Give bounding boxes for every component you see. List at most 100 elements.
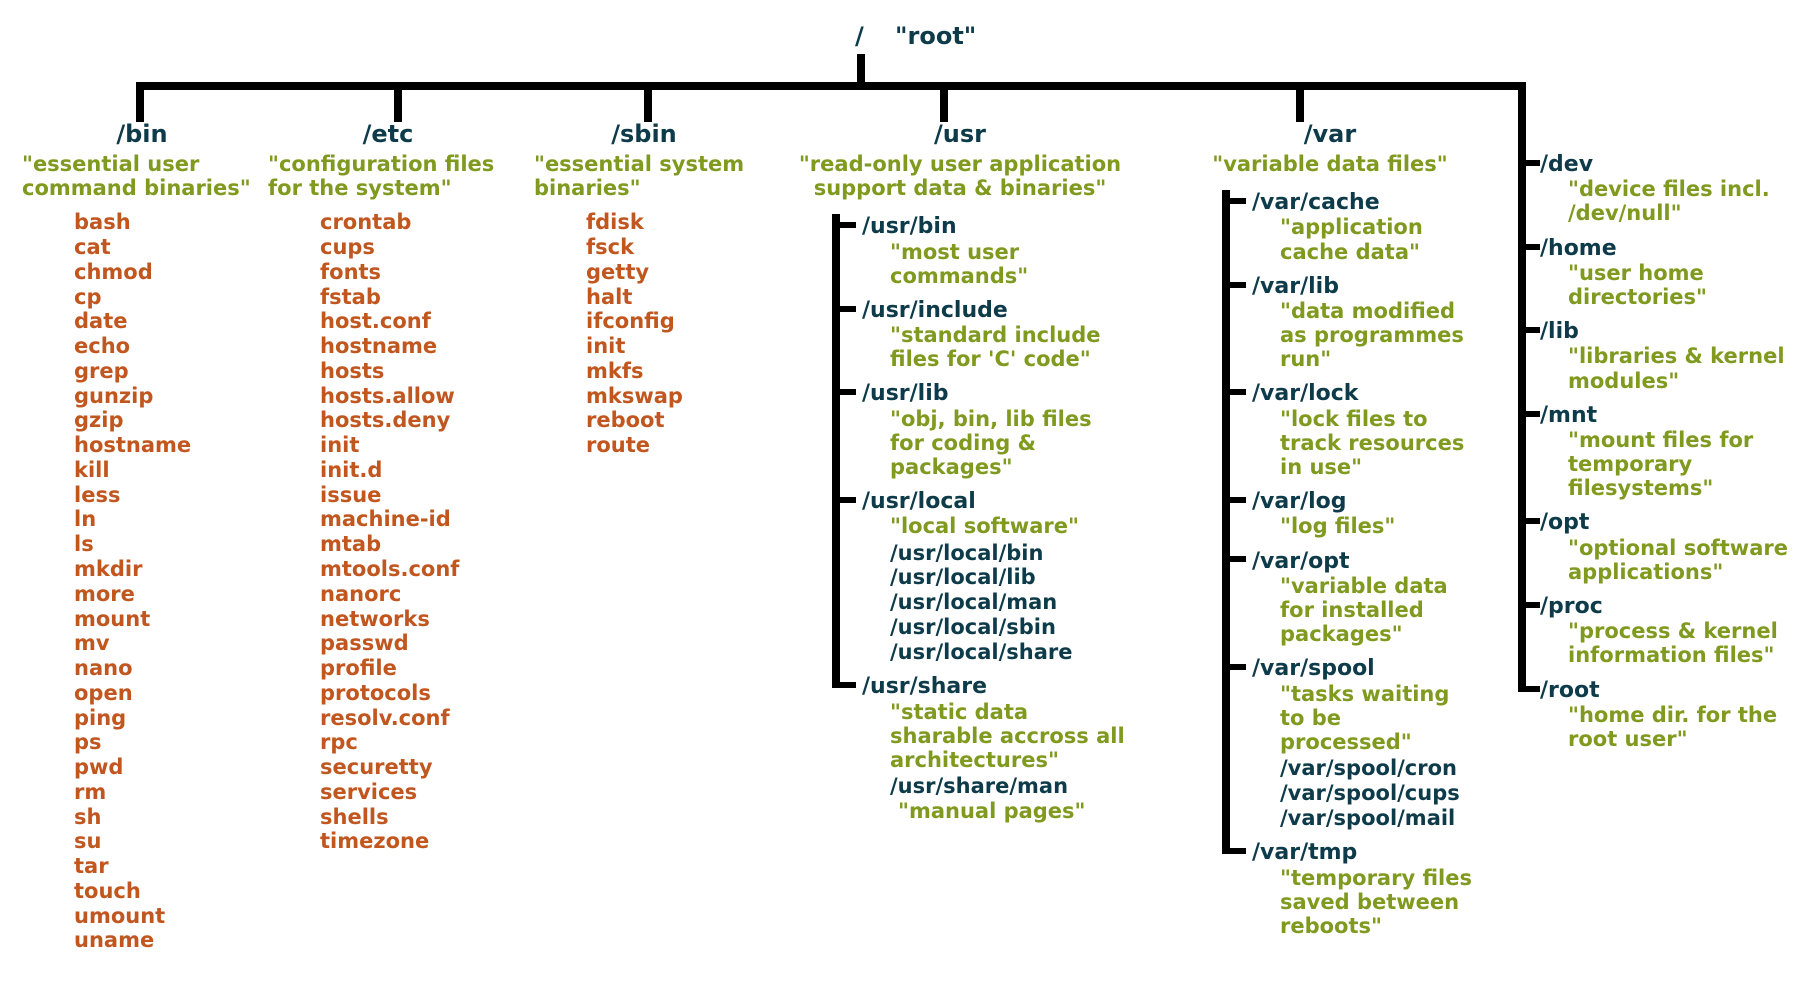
sbin-desc: "essential system binaries" xyxy=(534,152,754,200)
sbin-item: getty xyxy=(586,260,754,285)
usr-tick xyxy=(832,306,856,312)
right-sub: /mnt"mount files for temporary filesyste… xyxy=(1510,403,1800,501)
bin-item: gunzip xyxy=(74,384,262,409)
right-sub-desc: "libraries & kernel modules" xyxy=(1568,344,1800,392)
bin-item: umount xyxy=(74,904,262,929)
usr-subsub-list: /usr/share/man xyxy=(890,774,1130,799)
right-subtree: /dev"device files incl. /dev/null"/home"… xyxy=(1510,152,1800,751)
etc-item: resolv.conf xyxy=(320,706,508,731)
right-sub: /opt"optional software applications" xyxy=(1510,510,1800,584)
root-desc: "root" xyxy=(895,22,976,50)
var-sub-name: /var/tmp xyxy=(1252,840,1480,865)
usr-subsub-item: /usr/local/lib xyxy=(890,565,1130,590)
sbin-item: reboot xyxy=(586,408,754,433)
etc-item: init.d xyxy=(320,458,508,483)
sbin-item: fsck xyxy=(586,235,754,260)
right-sub: /proc"process & kernel information files… xyxy=(1510,594,1800,668)
drop-bin xyxy=(136,82,144,122)
etc-item: machine-id xyxy=(320,507,508,532)
sbin-item: mkswap xyxy=(586,384,754,409)
var-sub-desc: "lock files to track resources in use" xyxy=(1280,407,1480,479)
bin-item: tar xyxy=(74,854,262,879)
bin-item: kill xyxy=(74,458,262,483)
usr-sub: /usr/local"local software"/usr/local/bin… xyxy=(832,489,1130,664)
var-sub: /var/opt"variable data for installed pac… xyxy=(1222,549,1480,647)
etc-item: fonts xyxy=(320,260,508,285)
var-sub: /var/tmp"temporary files saved between r… xyxy=(1222,840,1480,938)
right-sub-desc: "mount files for temporary filesystems" xyxy=(1568,428,1800,500)
sbin-item: halt xyxy=(586,285,754,310)
right-tick xyxy=(1518,602,1540,608)
col-right: /dev"device files incl. /dev/null"/home"… xyxy=(1510,152,1800,761)
usr-sub-desc: "most user commands" xyxy=(890,240,1130,288)
bin-item: more xyxy=(74,582,262,607)
bin-item: echo xyxy=(74,334,262,359)
usr-sub: /usr/include"standard include files for … xyxy=(832,298,1130,372)
bin-item: uname xyxy=(74,928,262,953)
etc-item: protocols xyxy=(320,681,508,706)
right-tick xyxy=(1518,160,1540,166)
bin-item: cat xyxy=(74,235,262,260)
right-tick xyxy=(1518,244,1540,250)
right-sub-name: /dev xyxy=(1540,152,1800,177)
var-subtree: /var/cache"application cache data" /var/l… xyxy=(1222,190,1480,938)
var-sub-desc: "application cache data" xyxy=(1280,215,1480,263)
var-sub-desc: "variable data for installed packages" xyxy=(1280,574,1480,646)
usr-sub-desc: "obj, bin, lib files for coding & packag… xyxy=(890,407,1130,479)
usr-sub-name: /usr/lib xyxy=(862,381,1130,406)
usr-sub: /usr/bin"most user commands" xyxy=(832,214,1130,288)
col-etc: /etc "configuration files for the system… xyxy=(268,120,508,854)
right-sub-name: /opt xyxy=(1540,510,1800,535)
var-sub-name: /var/cache xyxy=(1252,190,1480,215)
usr-subtree: /usr/bin"most user commands" /usr/include… xyxy=(832,214,1130,823)
var-sub-desc: "tasks waiting to be processed" xyxy=(1280,682,1480,754)
usr-sub: /usr/lib"obj, bin, lib files for coding … xyxy=(832,381,1130,479)
col-sbin: /sbin "essential system binaries" fdiskf… xyxy=(534,120,754,458)
right-sub: /root"home dir. for the root user" xyxy=(1510,678,1800,752)
etc-title: /etc xyxy=(268,120,508,148)
var-desc: "variable data files" xyxy=(1180,152,1480,176)
etc-item: networks xyxy=(320,607,508,632)
bin-item: ps xyxy=(74,730,262,755)
main-trunk xyxy=(136,82,1526,90)
etc-item: hostname xyxy=(320,334,508,359)
var-sub-name: /var/opt xyxy=(1252,549,1480,574)
right-sub-name: /lib xyxy=(1540,319,1800,344)
var-subsub-item: /var/spool/cron xyxy=(1280,756,1480,781)
etc-item: host.conf xyxy=(320,309,508,334)
usr-subsub-list: /usr/local/bin/usr/local/lib/usr/local/m… xyxy=(890,541,1130,665)
bin-item: hostname xyxy=(74,433,262,458)
usr-tick xyxy=(832,682,856,688)
etc-item: crontab xyxy=(320,210,508,235)
bin-file-list: bashcatchmodcpdateechogrepgunzipgziphost… xyxy=(74,210,262,953)
usr-subsub-item: /usr/local/share xyxy=(890,640,1130,665)
usr-sub-desc: "standard include files for 'C' code" xyxy=(890,323,1130,371)
etc-item: hosts.allow xyxy=(320,384,508,409)
usr-subsub-item: /usr/local/man xyxy=(890,590,1130,615)
col-var: /var "variable data files" /var/cache"ap… xyxy=(1180,120,1480,948)
bin-item: mount xyxy=(74,607,262,632)
bin-item: grep xyxy=(74,359,262,384)
etc-item: mtab xyxy=(320,532,508,557)
var-subsub-item: /var/spool/cups xyxy=(1280,781,1480,806)
bin-item: chmod xyxy=(74,260,262,285)
bin-item: cp xyxy=(74,285,262,310)
var-sub-name: /var/lock xyxy=(1252,381,1480,406)
usr-subsub-item: /usr/local/sbin xyxy=(890,615,1130,640)
var-sub: /var/spool"tasks waiting to be processed… xyxy=(1222,656,1480,830)
var-title: /var xyxy=(1180,120,1480,148)
var-sub: /var/lock"lock files to track resources … xyxy=(1222,381,1480,479)
right-tick xyxy=(1518,327,1540,333)
usr-sub-name: /usr/bin xyxy=(862,214,1130,239)
var-subsub-list: /var/spool/cron/var/spool/cups/var/spool… xyxy=(1280,756,1480,830)
usr-tick xyxy=(832,222,856,228)
sbin-item: route xyxy=(586,433,754,458)
usr-sub-name: /usr/local xyxy=(862,489,1130,514)
usr-subsub-item: /usr/local/bin xyxy=(890,541,1130,566)
drop-right xyxy=(1518,82,1526,160)
var-sub-name: /var/lib xyxy=(1252,274,1480,299)
etc-item: nanorc xyxy=(320,582,508,607)
usr-tick xyxy=(832,389,856,395)
bin-item: sh xyxy=(74,805,262,830)
var-tick xyxy=(1222,282,1246,288)
